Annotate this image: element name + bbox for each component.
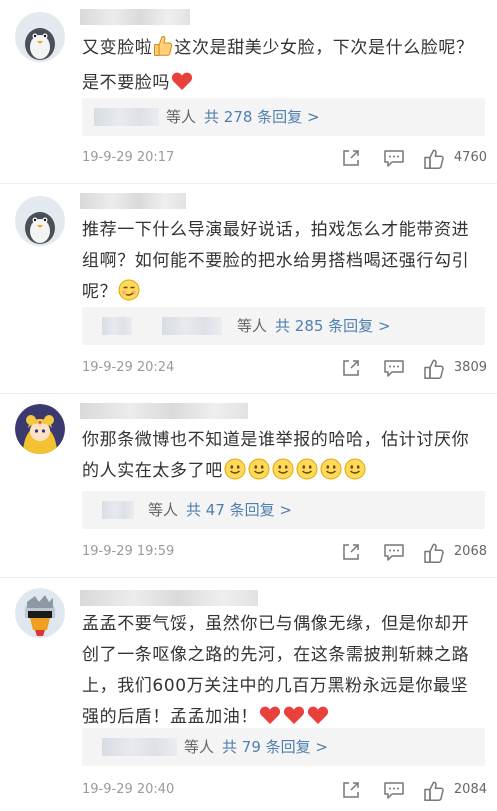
comment-icon[interactable] — [383, 542, 405, 566]
reply-by-label: 等人 — [166, 108, 197, 126]
like-count: 4760 — [453, 150, 487, 165]
username-blurred[interactable] — [80, 590, 258, 606]
username-blurred[interactable] — [80, 9, 190, 25]
comment-meta: 19-9-29 20:40 2084 — [82, 780, 487, 804]
reply-by-label: 等人 — [184, 738, 215, 756]
smile-emoji — [272, 458, 294, 491]
reply-by-label: 等人 — [148, 501, 179, 519]
avatar[interactable] — [15, 404, 65, 454]
reply-count-link[interactable]: 共 278 条回复 > — [204, 108, 320, 126]
comment-icon[interactable] — [383, 358, 405, 382]
reply-count-link[interactable]: 共 285 条回复 > — [275, 317, 391, 335]
share-icon[interactable] — [341, 358, 361, 382]
avatar[interactable] — [15, 196, 65, 246]
divider — [0, 183, 497, 184]
smile-emoji — [248, 458, 270, 491]
timestamp: 19-9-29 19:59 — [82, 544, 175, 559]
comment-icon[interactable] — [383, 780, 405, 804]
timestamp: 19-9-29 20:40 — [82, 782, 175, 797]
comment-text: 孟孟不要气馁，虽然你已与偶像无缘，但是你却开创了一条呕像之路的先河，在这条需披荆… — [82, 609, 482, 737]
divider — [0, 393, 497, 394]
reply-count-link[interactable]: 共 47 条回复 > — [186, 501, 292, 519]
timestamp: 19-9-29 20:17 — [82, 150, 175, 165]
smile-emoji — [344, 458, 366, 491]
comment-text: 又变脸啦 这次是甜美少女脸，下次是什么脸呢？是不要脸吗 — [82, 33, 482, 103]
divider — [0, 577, 497, 578]
comment-text: 推荐一下什么导演最好说话，拍戏怎么才能带资进组啊？如何能不要脸的把水给男搭档喝还… — [82, 215, 482, 312]
smile-emoji — [320, 458, 342, 491]
reply-users-blurred — [162, 317, 222, 335]
avatar[interactable] — [15, 12, 65, 62]
reply-count-link[interactable]: 共 79 条回复 > — [222, 738, 328, 756]
like-icon[interactable] — [423, 542, 445, 568]
like-count: 2068 — [453, 544, 487, 559]
like-icon[interactable] — [423, 358, 445, 384]
share-icon[interactable] — [341, 780, 361, 804]
share-icon[interactable] — [341, 542, 361, 566]
timestamp: 19-9-29 20:24 — [82, 360, 175, 375]
like-count: 3809 — [453, 360, 487, 375]
reply-preview[interactable]: 等人共 79 条回复 > — [82, 728, 485, 766]
reply-users-blurred — [94, 108, 159, 126]
reply-preview[interactable]: 等人共 285 条回复 > — [82, 307, 485, 345]
like-icon[interactable] — [423, 780, 445, 806]
reply-preview[interactable]: 等人共 278 条回复 > — [82, 98, 485, 136]
reply-preview[interactable]: 等人共 47 条回复 > — [82, 491, 485, 529]
share-icon[interactable] — [341, 148, 361, 172]
reply-by-label: 等人 — [237, 317, 268, 335]
smile-emoji — [224, 458, 246, 491]
like-count: 2084 — [453, 782, 487, 797]
smile-emoji — [296, 458, 318, 491]
comment-meta: 19-9-29 20:24 3809 — [82, 358, 487, 382]
reply-users-blurred — [102, 317, 132, 335]
comment-icon[interactable] — [383, 148, 405, 172]
comment-meta: 19-9-29 19:59 2068 — [82, 542, 487, 566]
avatar[interactable] — [15, 588, 65, 638]
comment-meta: 19-9-29 20:17 4760 — [82, 148, 487, 172]
comment-text: 你那条微博也不知道是谁举报的哈哈，估计讨厌你的人实在太多了吧 — [82, 425, 482, 491]
reply-users-blurred — [102, 501, 134, 519]
thumbs-up-emoji — [153, 35, 173, 68]
username-blurred[interactable] — [80, 193, 186, 209]
like-icon[interactable] — [423, 148, 445, 174]
reply-users-blurred — [102, 738, 177, 756]
username-blurred[interactable] — [80, 403, 248, 419]
